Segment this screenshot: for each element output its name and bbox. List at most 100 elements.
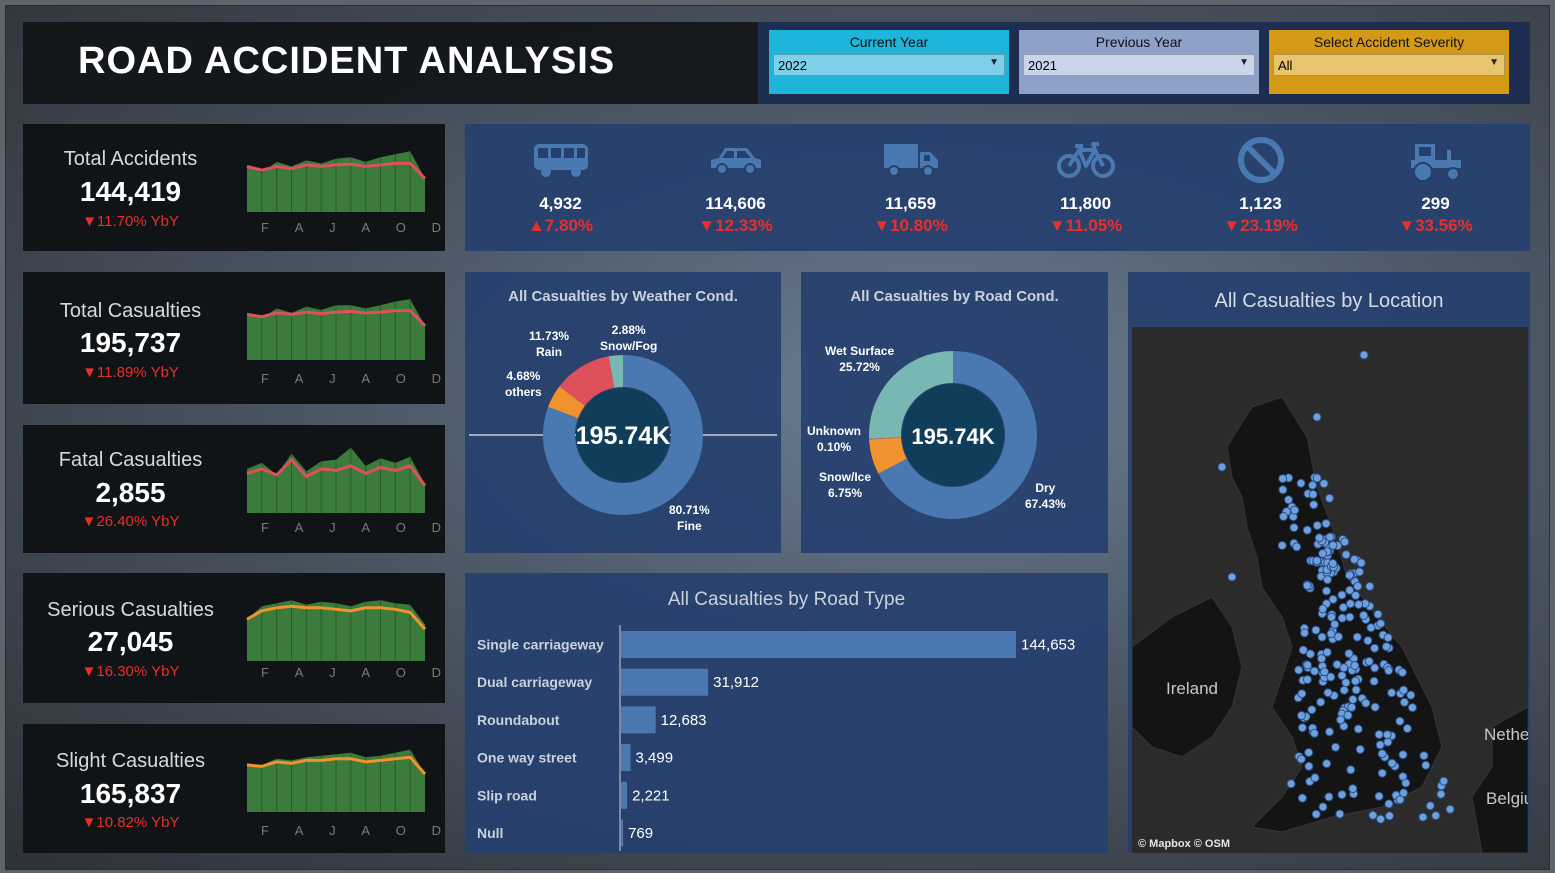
casualty-point: [1370, 643, 1380, 653]
vehicle-change: ▼10.80%: [873, 216, 948, 235]
casualty-point: [1290, 505, 1300, 515]
month-tick: F: [261, 665, 269, 680]
kpi-change: ▼11.70% YbY: [82, 213, 179, 230]
casualty-point: [1401, 778, 1411, 788]
casualty-map[interactable]: Ireland Nethe Belgiu © Mapbox © OSM: [1132, 327, 1528, 853]
bar: [621, 819, 624, 847]
kpi-sparkline: [246, 151, 427, 212]
casualty-point: [1373, 609, 1383, 619]
casualty-point: [1369, 676, 1379, 686]
kpi-slight-casualties[interactable]: Slight Casualties 165,837 ▼10.82% YbY F A…: [23, 724, 445, 853]
month-tick: A: [294, 371, 304, 386]
casualty-point: [1321, 519, 1331, 529]
dropdown-arrow-icon[interactable]: ▼: [1489, 57, 1499, 68]
month-tick: J: [329, 371, 336, 386]
vehicle-bus[interactable]: 4,932 ▲7.80%: [473, 134, 648, 236]
casualty-point: [1365, 581, 1375, 591]
month-tick: F: [261, 520, 269, 535]
slice-label-unknown: Unknown 0.10%: [807, 424, 861, 454]
month-axis: FAJAOD: [261, 823, 441, 838]
severity-select[interactable]: All ▼: [1273, 54, 1505, 76]
truck-icon: [883, 144, 938, 177]
map-label-ireland: Ireland: [1166, 679, 1218, 698]
kpi-total-accidents[interactable]: Total Accidents 144,419 ▼11.70% YbY F A J A…: [23, 124, 445, 251]
month-tick: A: [361, 220, 370, 235]
month-axis: FAJAOD: [261, 520, 441, 535]
month-axis: FAJAOD: [261, 665, 441, 680]
vehicle-car[interactable]: 114,606 ▼12.33%: [648, 134, 823, 236]
dropdown-arrow-icon[interactable]: ▼: [989, 57, 999, 68]
selected-value: 2022: [778, 58, 807, 73]
bar-value-label: 31,912: [713, 674, 759, 691]
current-year-select[interactable]: 2022 ▼: [773, 54, 1005, 76]
casualty-point: [1297, 689, 1307, 699]
casualty-point: [1324, 792, 1334, 802]
casualty-point: [1298, 645, 1308, 655]
bar: [621, 706, 656, 734]
vehicle-change: ▼23.19%: [1223, 216, 1298, 235]
filter-previous-year: Previous Year 2021 ▼: [1019, 30, 1259, 94]
kpi-title: Serious Casualties: [47, 599, 214, 621]
casualty-point: [1387, 688, 1397, 698]
bar-category-label: One way street: [477, 750, 577, 766]
casualty-point: [1364, 656, 1374, 666]
kpi-title: Total Casualties: [59, 300, 202, 322]
casualty-point: [1307, 705, 1317, 715]
donut-center-label: 195.74K: [911, 424, 994, 449]
casualty-point: [1296, 478, 1306, 488]
casualty-point: [1340, 537, 1350, 547]
casualty-point: [1383, 633, 1393, 643]
previous-year-select[interactable]: 2021 ▼: [1023, 54, 1255, 76]
casualty-point: [1312, 556, 1322, 566]
casualty-point: [1395, 795, 1405, 805]
casualty-point: [1425, 801, 1435, 811]
casualty-point: [1381, 642, 1391, 652]
ireland-landmass: [1132, 596, 1243, 758]
vehicle-bicycle[interactable]: 11,800 ▼11.05%: [998, 134, 1173, 236]
casualty-point: [1320, 667, 1329, 677]
casualty-point: [1332, 660, 1342, 669]
vehicle-agricultural[interactable]: 299 ▼33.56%: [1348, 134, 1523, 236]
filter-severity: Select Accident Severity All ▼: [1269, 30, 1509, 94]
selected-value: 2021: [1028, 58, 1057, 73]
casualty-point: [1445, 804, 1455, 814]
casualty-point: [1227, 572, 1237, 582]
casualty-point: [1363, 636, 1373, 646]
casualty-point: [1310, 666, 1319, 676]
casualty-point: [1310, 773, 1320, 783]
dropdown-arrow-icon[interactable]: ▼: [1239, 57, 1249, 68]
vehicle-other[interactable]: 1,123 ▼23.19%: [1173, 134, 1348, 236]
kpi-value: 2,855: [95, 477, 166, 508]
month-axis: FAJAOD: [261, 220, 441, 235]
kpi-change: ▼16.30% YbY: [81, 663, 180, 680]
kpi-serious-casualties[interactable]: Serious Casualties 27,045 ▼16.30% YbY F A…: [23, 573, 445, 703]
kpi-value: 144,419: [79, 176, 182, 207]
casualty-point: [1353, 581, 1363, 591]
casualty-point: [1303, 660, 1312, 670]
casualty-point: [1376, 814, 1386, 824]
casualty-point: [1302, 675, 1312, 684]
casualty-point: [1319, 479, 1329, 489]
month-tick: A: [361, 371, 370, 386]
vehicle-truck[interactable]: 11,659 ▼10.80%: [823, 134, 998, 236]
slice-label-snow-fog: 2.88% Snow/Fog: [600, 323, 658, 353]
casualty-point: [1341, 678, 1351, 688]
vehicle-value: 114,606: [705, 194, 766, 213]
casualty-point: [1384, 666, 1394, 675]
casualty-point: [1399, 685, 1409, 695]
month-tick: D: [431, 520, 441, 535]
casualty-point: [1354, 600, 1364, 609]
casualty-point: [1348, 695, 1358, 704]
casualty-point: [1355, 744, 1365, 754]
month-tick: F: [261, 220, 269, 235]
slice-label-dry: Dry 67.43%: [1025, 481, 1066, 511]
bar-category-label: Single carriageway: [477, 637, 604, 653]
location-panel: All Casualties by Location Ireland Nethe…: [1128, 272, 1530, 853]
slice-label-rain: 11.73% Rain: [529, 329, 570, 359]
vehicle-value: 4,932: [539, 194, 582, 213]
casualty-point: [1338, 602, 1348, 612]
kpi-change: ▼26.40% YbY: [81, 513, 180, 530]
kpi-fatal-casualties[interactable]: Fatal Casualties 2,855 ▼26.40% YbY F A J A O…: [23, 425, 445, 553]
kpi-total-casualties[interactable]: Total Casualties 195,737 ▼11.89% YbY F A J…: [23, 272, 445, 404]
bar-value-label: 144,653: [1021, 637, 1075, 654]
